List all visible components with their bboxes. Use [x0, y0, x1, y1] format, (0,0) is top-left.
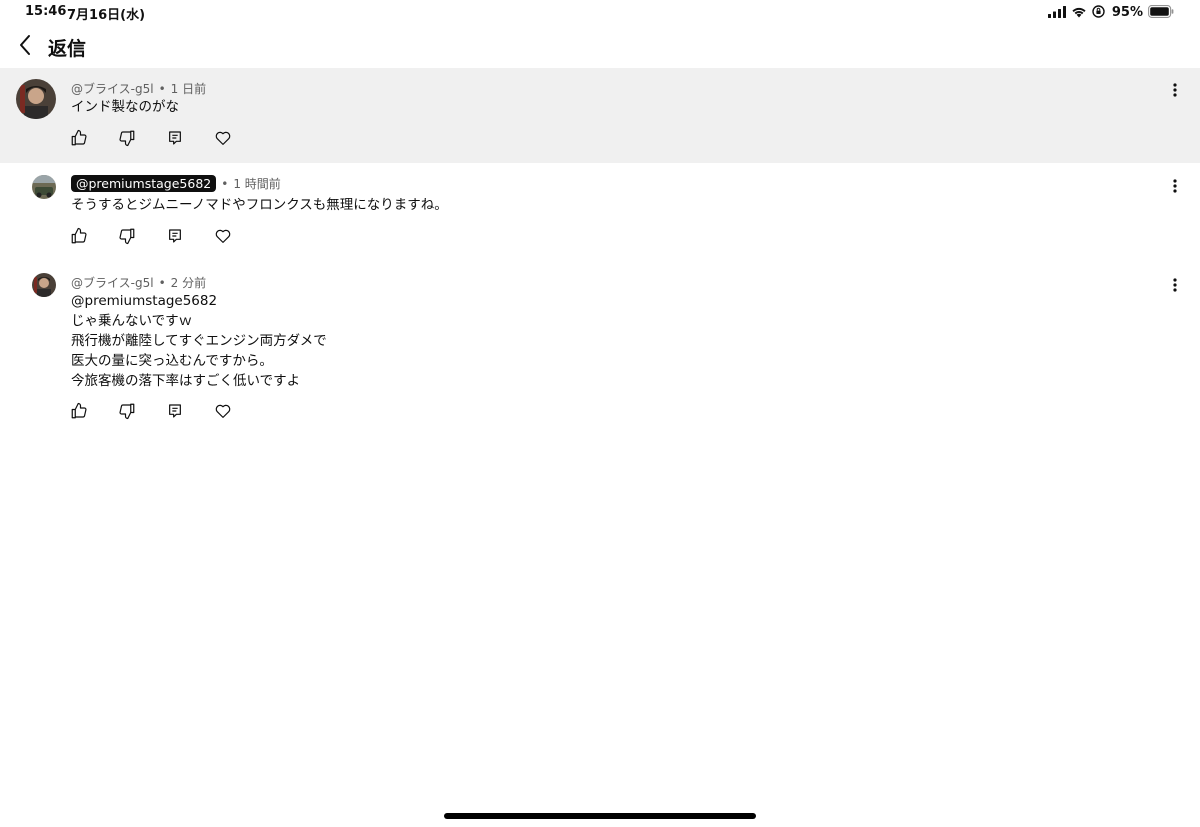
- heart-button[interactable]: [210, 400, 236, 426]
- more-options-button[interactable]: [1164, 275, 1186, 297]
- comment-actions: [66, 400, 236, 426]
- chevron-left-icon: [18, 34, 32, 60]
- comment-line: 今旅客機の落下率はすごく低いですよ: [71, 373, 301, 389]
- more-vert-icon: [1173, 277, 1177, 296]
- status-time: 15:46: [25, 4, 67, 19]
- cellular-signal-icon: [1047, 3, 1066, 22]
- like-button[interactable]: [66, 127, 92, 153]
- heart-icon: [214, 129, 232, 151]
- comment-time: 1 時間前: [233, 177, 281, 191]
- comment-actions: [66, 225, 236, 251]
- heart-icon: [214, 402, 232, 424]
- more-vert-icon: [1173, 178, 1177, 197]
- reply-button[interactable]: [162, 225, 188, 251]
- comment-author[interactable]: @ブライス-g5l: [71, 80, 154, 97]
- battery-icon: [1148, 3, 1174, 22]
- home-indicator[interactable]: [444, 813, 756, 819]
- separator-dot: •: [158, 81, 166, 96]
- status-icons: 95%: [1047, 3, 1174, 22]
- dislike-button[interactable]: [114, 400, 140, 426]
- comment-author[interactable]: @ブライス-g5l: [71, 274, 154, 291]
- thumbs-up-icon: [70, 402, 88, 424]
- comment-author-chip[interactable]: @premiumstage5682: [71, 175, 217, 192]
- thumbs-down-icon: [118, 402, 136, 424]
- comment-actions: [66, 127, 236, 153]
- wifi-icon: [1071, 3, 1087, 22]
- header: 返信: [0, 26, 1200, 66]
- comment-line: 飛行機が離陸してすぐエンジン両方ダメで: [71, 333, 327, 349]
- comment-body: @premiumstage5682 じゃ乗んないですｗ 飛行機が離陸してすぐエン…: [71, 291, 327, 391]
- page-title: 返信: [48, 38, 87, 60]
- thumbs-down-icon: [118, 129, 136, 151]
- status-date: 7月16日(水): [67, 8, 146, 23]
- dislike-button[interactable]: [114, 225, 140, 251]
- separator-dot: •: [221, 176, 229, 191]
- heart-icon: [214, 227, 232, 249]
- reply-icon: [167, 403, 183, 423]
- comment-meta: @ブライス-g5l • 2 分前: [71, 274, 206, 291]
- reply-comment: @premiumstage5682 • 1 時間前 そうするとジムニーノマドやフ…: [0, 163, 1200, 261]
- reply-button[interactable]: [162, 127, 188, 153]
- reply-icon: [167, 228, 183, 248]
- avatar[interactable]: [16, 79, 56, 119]
- comment-line: 医大の量に突っ込むんですから。: [71, 353, 273, 369]
- comment-line: インド製なのがな: [71, 99, 179, 115]
- avatar[interactable]: [32, 175, 56, 199]
- heart-button[interactable]: [210, 225, 236, 251]
- separator-dot: •: [158, 275, 166, 290]
- reply-comment: @ブライス-g5l • 2 分前 @premiumstage5682 じゃ乗んな…: [0, 261, 1200, 436]
- thumbs-down-icon: [118, 227, 136, 249]
- parent-comment: @ブライス-g5l • 1 日前 インド製なのがな: [0, 68, 1200, 163]
- more-options-button[interactable]: [1164, 176, 1186, 198]
- status-bar: 15:46 7月16日(水) 95%: [0, 0, 1200, 24]
- thumbs-up-icon: [70, 227, 88, 249]
- more-vert-icon: [1173, 82, 1177, 101]
- comment-time: 2 分前: [170, 276, 207, 290]
- like-button[interactable]: [66, 225, 92, 251]
- more-options-button[interactable]: [1164, 80, 1186, 102]
- thumbs-up-icon: [70, 129, 88, 151]
- battery-percent: 95%: [1111, 4, 1143, 20]
- like-button[interactable]: [66, 400, 92, 426]
- comment-line: じゃ乗んないですｗ: [71, 313, 193, 329]
- comment-body: インド製なのがな: [71, 97, 179, 117]
- back-button[interactable]: [10, 32, 40, 62]
- comment-body: そうするとジムニーノマドやフロンクスも無理になりますね。: [71, 195, 448, 215]
- reply-button[interactable]: [162, 400, 188, 426]
- comment-mention[interactable]: @premiumstage5682: [71, 291, 327, 311]
- comment-meta: @ブライス-g5l • 1 日前: [71, 80, 206, 97]
- heart-button[interactable]: [210, 127, 236, 153]
- dislike-button[interactable]: [114, 127, 140, 153]
- comment-meta: @premiumstage5682 • 1 時間前: [71, 175, 281, 192]
- comment-line: そうするとジムニーノマドやフロンクスも無理になりますね。: [71, 197, 448, 213]
- orientation-lock-icon: [1092, 3, 1105, 22]
- comment-time: 1 日前: [170, 82, 207, 96]
- avatar[interactable]: [32, 273, 56, 297]
- reply-icon: [167, 130, 183, 150]
